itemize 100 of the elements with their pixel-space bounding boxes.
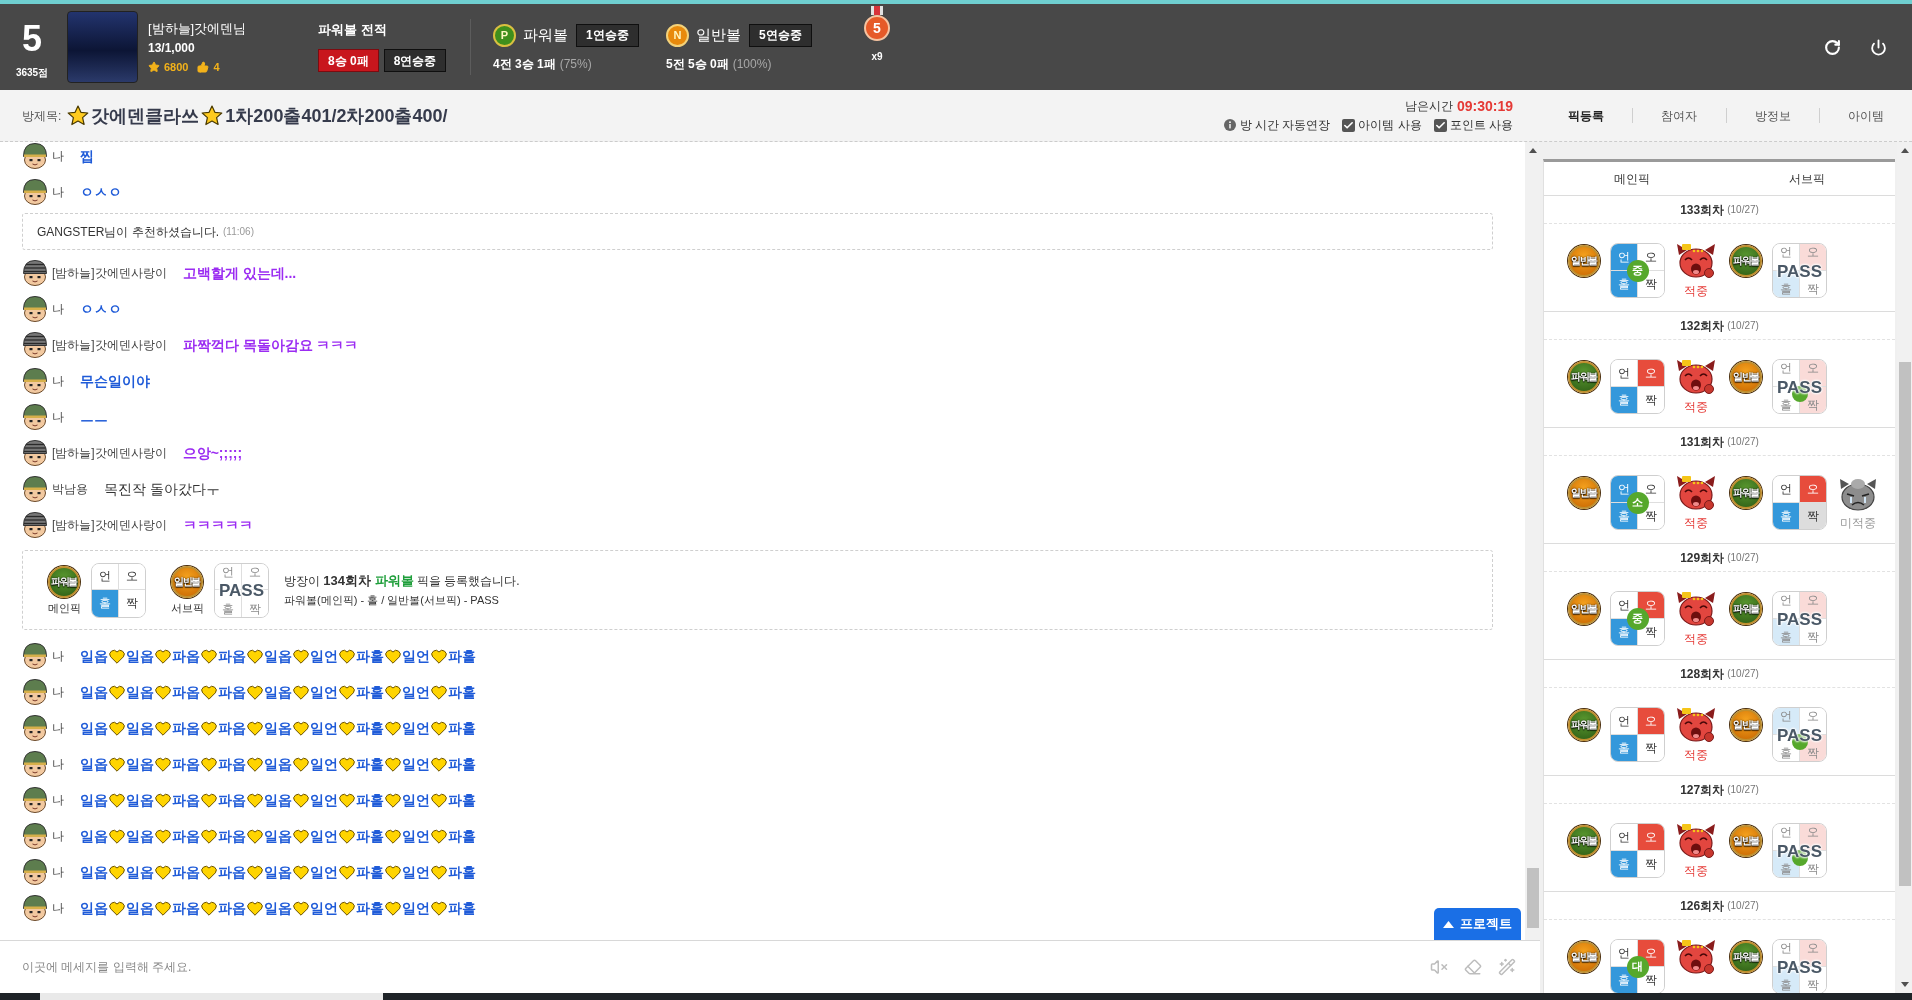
heart-icon: [293, 684, 309, 700]
helmet-avatar-icon: [22, 476, 48, 502]
message-text: 파옵: [218, 718, 246, 738]
heart-icon: [109, 828, 125, 844]
check-icon: [1434, 119, 1446, 131]
ball-coin: 파워볼: [1730, 941, 1762, 973]
striped-helmet-avatar-icon: [22, 332, 48, 358]
scroll-up-arrow-icon[interactable]: [1528, 148, 1537, 153]
message-text: 파옵: [218, 790, 246, 810]
heart-icon: [155, 720, 171, 736]
message-text: 무슨일이야: [80, 371, 150, 391]
tab[interactable]: 참여자: [1633, 90, 1726, 141]
round-date: (10/27): [1727, 319, 1759, 333]
message-text: 파옵: [172, 862, 200, 882]
round-date: (10/27): [1727, 783, 1759, 797]
message-text: 일언: [402, 862, 430, 882]
striped-helmet-avatar-icon: [22, 512, 48, 538]
heart-icon: [201, 864, 217, 880]
heart-icon: [109, 756, 125, 772]
sender-name: [밤하늘]갓에덴사랑이: [52, 337, 167, 354]
room-title: 1차200출401/2차200출400/: [225, 104, 448, 127]
sender-name: 나: [52, 720, 64, 737]
message-text: 일옵: [126, 682, 154, 702]
helmet-avatar-icon: [22, 823, 48, 849]
checkbox[interactable]: [1342, 118, 1356, 132]
heart-icon: [339, 648, 355, 664]
eraser-icon[interactable]: [1464, 958, 1482, 976]
round-number: 128회차: [1680, 665, 1725, 683]
heart-icon: [431, 864, 447, 880]
checkbox[interactable]: [1433, 118, 1447, 132]
message-text: 일옵: [264, 862, 292, 882]
message-input[interactable]: 이곳에 메세지를 입력해 주세요.: [18, 952, 1414, 982]
magic-wand-icon[interactable]: [1498, 958, 1516, 976]
ball-coin: 일반볼: [1730, 361, 1762, 393]
tab[interactable]: 아이템: [1819, 90, 1912, 141]
mute-icon[interactable]: [1430, 958, 1448, 976]
scrollbar-thumb[interactable]: [1526, 868, 1539, 928]
ball-coin: 일반볼: [1568, 593, 1600, 625]
heart-icon: [109, 684, 125, 700]
message-text: 일옵: [126, 718, 154, 738]
ball-name: 파워볼: [523, 26, 568, 44]
record-title: 파워볼 전적: [318, 22, 388, 38]
taskbar-field[interactable]: [40, 993, 383, 1000]
message-text: 목진작 돌아갔다ㅜ: [104, 479, 220, 499]
message-text: 일옵: [80, 718, 108, 738]
message-text: 일언: [310, 862, 338, 882]
pick-cell: 언: [1611, 360, 1638, 387]
message-text: 파홀: [356, 898, 384, 918]
message-text: 일언: [402, 790, 430, 810]
sender-name: 나: [52, 828, 64, 845]
round-date: (10/27): [1727, 203, 1759, 217]
ball-coin: 일반볼: [1568, 477, 1600, 509]
message-text: 일옵: [126, 646, 154, 666]
message-text: 파홀: [356, 862, 384, 882]
room-title-label: 방제목:: [22, 107, 62, 125]
scroll-up-arrow-icon[interactable]: [1900, 148, 1909, 153]
ball-coin: 파워볼: [48, 565, 80, 598]
message-text: 일옵: [80, 754, 108, 774]
message-text: 일옵: [126, 898, 154, 918]
win-rate: (75%): [559, 57, 592, 71]
message-text: 파홀: [356, 646, 384, 666]
thumbs-up-icon: [197, 61, 210, 73]
message-text: 일옵: [126, 826, 154, 846]
time-remaining-label: 남은시간: [1404, 98, 1453, 114]
pick-cell: 홀: [1611, 386, 1638, 413]
message-text: 파홀: [448, 682, 476, 702]
heart-icon: [247, 684, 263, 700]
message-text: 일옵: [80, 790, 108, 810]
tab[interactable]: 픽등록: [1540, 90, 1633, 141]
refresh-icon[interactable]: [1824, 38, 1841, 56]
message-text: 일옵: [80, 862, 108, 882]
power-icon[interactable]: [1870, 38, 1887, 56]
pick-cell: 홀: [1611, 734, 1638, 761]
pass-label: PASS: [1777, 726, 1822, 743]
heart-icon: [339, 828, 355, 844]
message-text: 일옵: [126, 754, 154, 774]
scrollbar[interactable]: [1525, 142, 1540, 940]
message-text: ㅇㅅㅇ: [80, 299, 122, 319]
round-date: (10/27): [1727, 899, 1759, 913]
project-button[interactable]: 프로젝트: [1434, 908, 1521, 940]
sender-name: 나: [52, 756, 64, 773]
heart-icon: [339, 864, 355, 880]
message-text: 일언: [310, 754, 338, 774]
message-text: 일옵: [264, 790, 292, 810]
heart-icon: [293, 756, 309, 772]
pick-summary: 파워볼(메인픽) - 홀 / 일반볼(서브픽) - PASS: [284, 593, 500, 607]
message-text: 파홀: [356, 682, 384, 702]
ball-coin: 일반볼: [1730, 825, 1762, 857]
tab[interactable]: 방정보: [1726, 90, 1819, 141]
helmet-avatar-icon: [22, 859, 48, 885]
round-number: 129회차: [1680, 549, 1725, 567]
ball-record: 4전 3승 1패: [493, 57, 556, 71]
scrollbar-thumb[interactable]: [1898, 362, 1911, 886]
heart-icon: [293, 828, 309, 844]
user-score: 6800: [164, 59, 189, 75]
notice-time: (11:06): [223, 225, 254, 239]
helmet-avatar-icon: [22, 679, 48, 705]
heart-icon: [109, 864, 125, 880]
scroll-down-arrow-icon[interactable]: [1900, 982, 1909, 987]
user-experience: 13/1,000: [148, 39, 196, 57]
